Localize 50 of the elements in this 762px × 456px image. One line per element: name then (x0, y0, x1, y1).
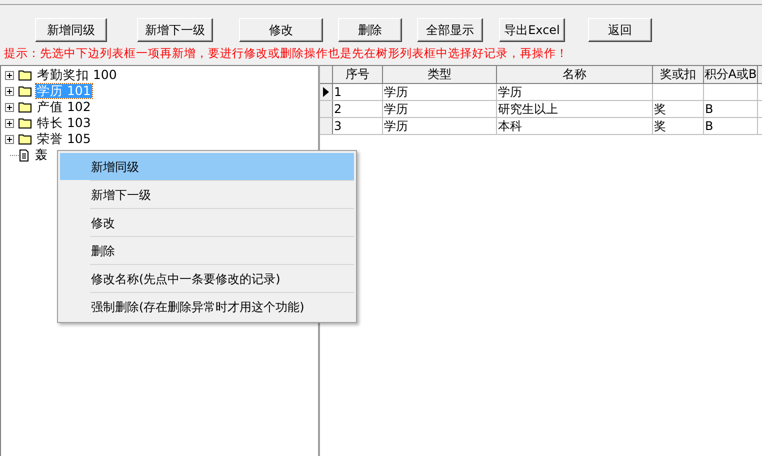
tree-item[interactable]: 考勤奖扣 100 (36, 68, 118, 82)
column-header[interactable]: 奖或扣 (653, 66, 704, 83)
folder-icon (18, 85, 32, 97)
toolbar-button[interactable]: 删除 (338, 18, 402, 42)
menu-item[interactable]: 修改名称(先点中一条要修改的记录) (90, 265, 354, 292)
toolbar-button[interactable]: 导出Excel (499, 18, 565, 42)
row-indicator[interactable] (320, 84, 333, 100)
current-row-icon (323, 87, 329, 97)
folder-icon (18, 133, 32, 145)
menu-item[interactable]: 删除 (90, 237, 354, 264)
column-header[interactable]: 名称 (497, 66, 653, 83)
table-cell: 1 (333, 84, 383, 100)
expand-icon[interactable] (5, 86, 14, 96)
table-cell: 研究生以上 (497, 101, 653, 117)
expand-icon[interactable] (5, 70, 14, 80)
menu-item[interactable]: 新增同级 (60, 153, 354, 180)
table-cell: 学历 (383, 101, 497, 117)
table-cell: 2 (333, 101, 383, 117)
tree-item[interactable]: 荣誉 105 (36, 132, 92, 146)
hint-text: 提示：先选中下边列表框一项再新增，要进行修改或删除操作也是先在树形列表框中选择好记录，再操作！ (4, 44, 568, 62)
toolbar-button[interactable]: 新增同级 (35, 18, 107, 42)
table-cell: B (704, 101, 758, 117)
menu-item[interactable]: 新增下一级 (90, 181, 354, 208)
column-header[interactable]: 序号 (333, 66, 383, 83)
tree-item[interactable]: 轰 (34, 148, 49, 162)
table-cell: 学历 (497, 84, 653, 100)
table-cell: 学历 (383, 84, 497, 100)
column-header[interactable]: 类型 (383, 66, 497, 83)
document-icon (18, 148, 30, 162)
tree-item[interactable]: 产值 102 (36, 100, 92, 114)
menu-item[interactable]: 修改 (90, 209, 354, 236)
menu-item[interactable]: 强制删除(存在删除异常时才用这个功能) (90, 293, 354, 320)
toolbar-button[interactable]: 返回 (588, 18, 652, 42)
expand-icon[interactable] (5, 102, 14, 112)
toolbar-button[interactable]: 新增下一级 (137, 18, 213, 42)
table-cell: 奖 (653, 118, 704, 134)
folder-icon (18, 101, 32, 113)
toolbar-button[interactable]: 修改 (239, 18, 323, 42)
table-cell: 奖 (653, 101, 704, 117)
table-cell: B (704, 118, 758, 134)
column-header[interactable]: 积分A或B (704, 66, 758, 83)
table-cell: 学历 (383, 118, 497, 134)
table-cell: 3 (333, 118, 383, 134)
folder-icon (18, 117, 32, 129)
folder-icon (18, 69, 32, 81)
toolbar-button[interactable]: 全部显示 (417, 18, 483, 42)
table-cell: 本科 (497, 118, 653, 134)
expand-icon[interactable] (5, 134, 14, 144)
tree-item[interactable]: 特长 103 (36, 116, 92, 130)
expand-icon[interactable] (5, 118, 14, 128)
